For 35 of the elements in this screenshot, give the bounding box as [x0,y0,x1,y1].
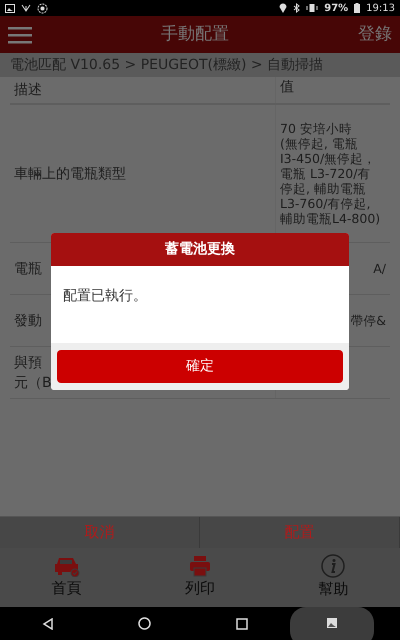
vibrate-icon [306,3,318,13]
table-cell-text: 車輛上的電瓶類型 [14,164,126,184]
confirm-button[interactable]: 確定 [57,350,343,383]
breadcrumb: 電池匹配 V10.65 > PEUGEOT(標緻) > 自動掃描 [10,56,324,74]
column-header: 描述 [14,82,42,98]
table-cell: 帶停& [350,313,386,328]
clock-time: 19:13 [366,2,395,16]
image-icon [5,4,15,12]
info-icon [321,554,346,578]
tab-button[interactable]: 幫助 [266,548,400,607]
dialog-title: 蓄電池更換 [165,241,235,257]
home-icon[interactable] [138,617,152,630]
printer-icon [188,555,211,578]
login-link[interactable]: 登錄 [358,22,392,48]
screenshot-pill-icon[interactable] [290,607,374,640]
column-header: 值 [280,79,294,95]
car-icon [54,555,80,578]
bluetooth-icon [293,3,300,13]
gear-icon [37,2,48,14]
battery-level: 97% [324,2,348,16]
location-icon [279,3,288,13]
tab-button[interactable]: 首頁 [0,548,134,607]
usb-icon [21,3,31,13]
table-cell-text: 電瓶 [14,260,42,278]
menu-icon[interactable] [8,26,32,44]
tab-button[interactable]: 列印 [133,548,267,607]
dialog-message: 配置已執行。 [63,288,147,304]
screen-title: 手動配置 [160,22,230,46]
table-cell-text: 發動 [14,312,42,330]
table-cell-text: 與預 元（B [14,354,52,392]
table-cell: 70 安培小時 (無停起, 電瓶 I3-450/無停起， 電瓶 L3-720/有 停起, 輔助電瓶 L3-760/有停起, 輔助電瓶L4-800) [280,121,380,226]
back-icon[interactable] [42,618,54,630]
recents-icon[interactable] [236,618,248,630]
battery-icon [354,3,360,13]
table-cell: A/ [373,261,386,276]
